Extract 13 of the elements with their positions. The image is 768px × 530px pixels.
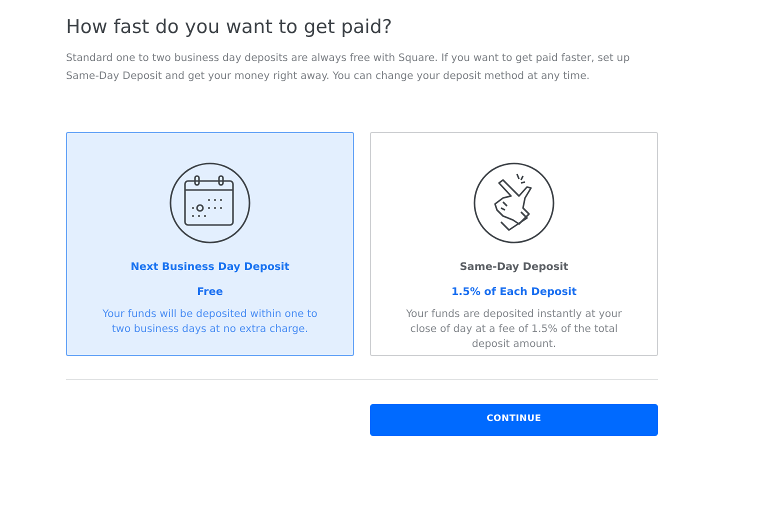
snapping-hand-icon <box>473 162 555 244</box>
page-title: How fast do you want to get paid? <box>66 16 394 39</box>
option-description: Your funds are deposited instantly at your close of day at a fee of 1.5% of the total deposit amount. <box>405 307 623 352</box>
option-description: Your funds will be deposited within one to two business days at no extra charge. <box>102 307 318 338</box>
option-name: Same-Day Deposit <box>460 260 568 275</box>
deposit-option-card[interactable]: Same-Day Deposit 1.5% of Each Deposit Your funds are deposited instantly at your close of day at a fee of 1.5% of the total deposit amount. <box>370 132 658 356</box>
continue-button[interactable]: CONTINUE <box>370 404 658 436</box>
intro-paragraph: Standard one to two business day deposits are always free with Square. If you want to get paid faster, set up Same-Day Deposit and get your money right away. You can change your deposit method at any time. <box>66 50 631 84</box>
option-name: Next Business Day Deposit <box>130 260 290 275</box>
calendar-icon <box>169 162 251 244</box>
option-price: Free <box>197 284 223 300</box>
option-price: 1.5% of Each Deposit <box>451 284 577 300</box>
deposit-option-card[interactable]: Next Business Day Deposit Free Your funds will be deposited within one to two business days at no extra charge. <box>66 132 354 356</box>
